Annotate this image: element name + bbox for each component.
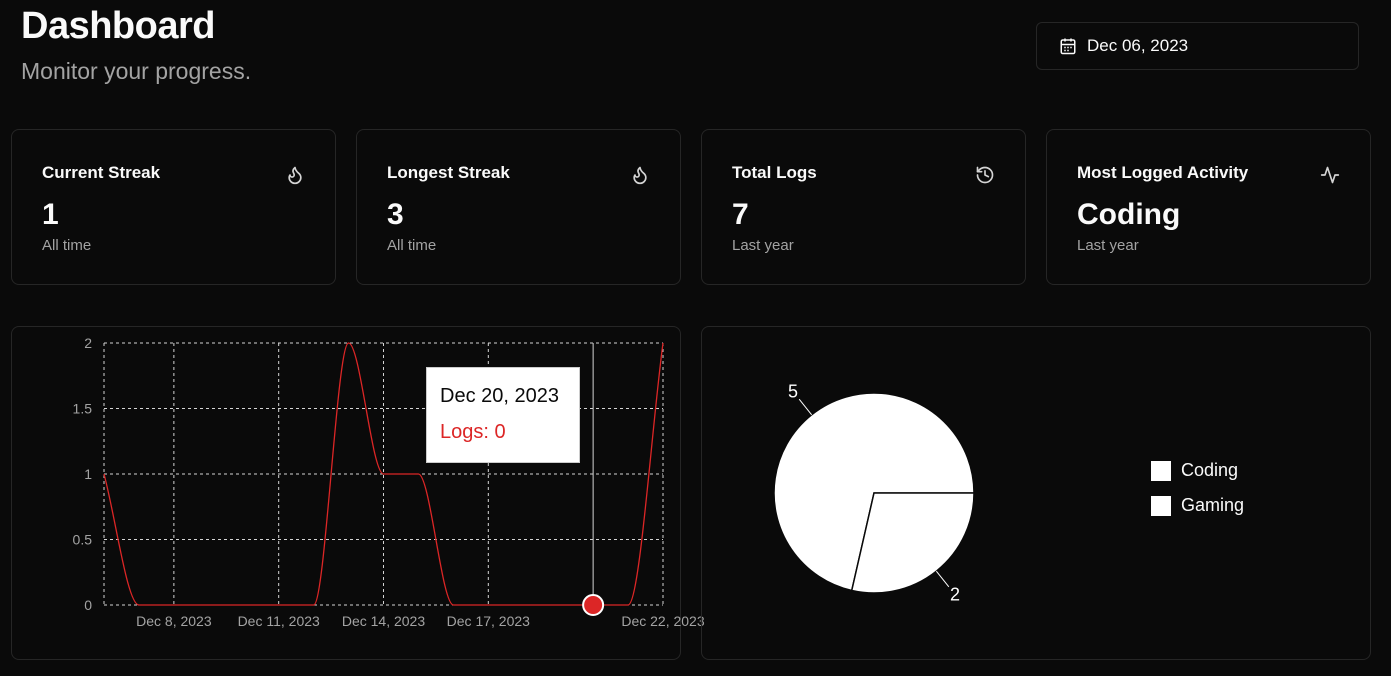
card-label: Longest Streak	[387, 163, 510, 182]
card-subtext: All time	[42, 237, 92, 254]
card-value: 3	[387, 198, 404, 231]
history-icon	[976, 166, 994, 184]
card-total-logs: Total Logs 7 Last year	[701, 129, 1026, 285]
card-current-streak: Current Streak 1 All time	[11, 129, 336, 285]
card-value: 1	[42, 198, 59, 231]
flame-icon	[288, 166, 302, 185]
line-chart-panel	[11, 326, 681, 660]
page-subtitle: Monitor your progress.	[21, 58, 252, 84]
card-longest-streak: Longest Streak 3 All time	[356, 129, 681, 285]
chart-tooltip: Dec 20, 2023 Logs: 0	[426, 367, 580, 463]
legend-label: Coding	[1181, 460, 1239, 480]
legend-label: Gaming	[1181, 495, 1245, 515]
calendar-icon	[1060, 38, 1076, 55]
card-label: Total Logs	[732, 163, 817, 182]
legend-swatch	[1151, 460, 1171, 481]
tooltip-logs: Logs: 0	[440, 421, 506, 443]
card-subtext: All time	[387, 237, 437, 254]
card-value: 7	[732, 198, 749, 231]
card-subtext: Last year	[1077, 237, 1139, 254]
activity-icon	[1320, 166, 1340, 184]
card-value: Coding	[1077, 198, 1181, 231]
legend-item-coding: Coding	[1151, 460, 1238, 481]
card-subtext: Last year	[732, 237, 794, 254]
card-label: Current Streak	[42, 163, 161, 182]
date-picker-label: Dec 06, 2023	[1087, 36, 1189, 55]
pie-chart-panel	[701, 326, 1371, 660]
date-picker-button[interactable]: Dec 06, 2023	[1036, 22, 1359, 70]
card-label: Most Logged Activity	[1077, 163, 1249, 182]
legend-swatch	[1151, 495, 1171, 516]
legend-item-gaming: Gaming	[1151, 495, 1244, 516]
card-most-logged-activity: Most Logged Activity Coding Last year	[1046, 129, 1371, 285]
tooltip-date: Dec 20, 2023	[440, 385, 559, 407]
page-title: Dashboard	[21, 5, 215, 47]
flame-icon	[633, 166, 647, 185]
